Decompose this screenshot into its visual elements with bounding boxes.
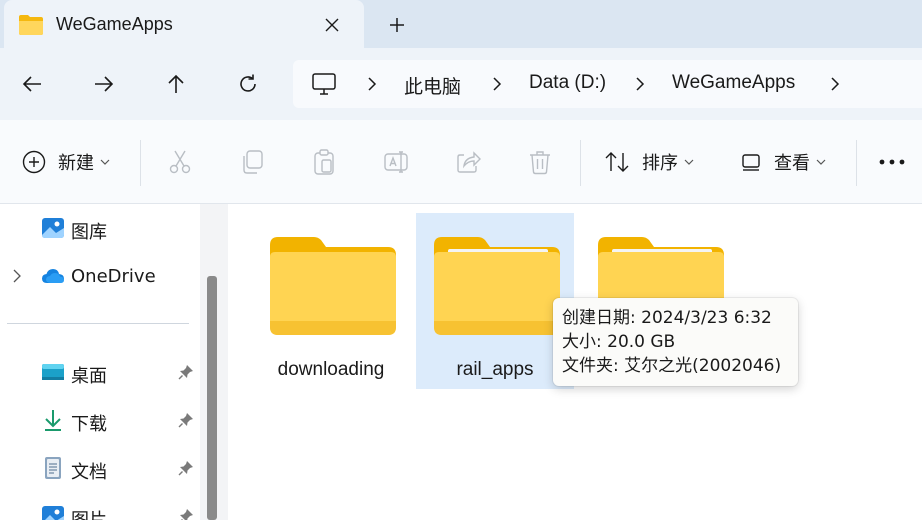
folder-icon — [434, 237, 560, 335]
new-label: 新建 — [58, 153, 94, 174]
sidebar-item-label: 图库 — [71, 222, 107, 243]
command-bar: 新建 排序 查看 — [0, 120, 922, 204]
plus-circle-icon — [22, 150, 46, 174]
share-icon — [457, 151, 481, 173]
sidebar-item-label: 图片 — [71, 506, 107, 520]
chevron-down-icon — [684, 159, 694, 165]
up-button[interactable] — [162, 70, 190, 98]
delete-button[interactable] — [526, 142, 554, 182]
clipboard-icon — [314, 149, 334, 175]
breadcrumb-wegameapps[interactable]: WeGameApps — [672, 72, 795, 94]
sidebar-item-label: 下载 — [71, 414, 107, 435]
close-tab-button[interactable] — [319, 12, 345, 38]
sidebar-item-documents[interactable]: 文档 — [0, 448, 200, 488]
chevron-down-icon — [100, 159, 110, 165]
new-tab-button[interactable] — [384, 12, 410, 38]
pictures-icon — [42, 506, 64, 520]
trash-icon — [530, 151, 550, 175]
tooltip-created-date: 创建日期: 2024/3/23 6:32 — [562, 308, 772, 328]
folder-item-downloading[interactable]: downloading — [252, 213, 410, 389]
sidebar-item-gallery[interactable]: 图库 — [0, 208, 200, 248]
file-info-tooltip: 创建日期: 2024/3/23 6:32 大小: 20.0 GB 文件夹: 艾尔… — [553, 298, 798, 386]
sidebar-item-label: 桌面 — [71, 366, 107, 387]
gallery-icon — [42, 218, 64, 238]
back-button[interactable] — [18, 70, 46, 98]
sidebar-item-onedrive[interactable]: OneDrive — [0, 256, 200, 296]
folder-icon — [270, 237, 396, 335]
sidebar-item-downloads[interactable]: 下载 — [0, 400, 200, 440]
pin-icon[interactable] — [178, 364, 194, 380]
pin-icon[interactable] — [178, 508, 194, 520]
folder-name: downloading — [277, 359, 385, 380]
toolbar-divider — [140, 140, 141, 186]
chevron-right-icon — [368, 77, 377, 91]
sort-button[interactable]: 排序 — [604, 142, 694, 182]
tooltip-folders: 文件夹: 艾尔之光(2002046) — [562, 356, 782, 376]
address-bar[interactable]: 此电脑 Data (D:) WeGameApps — [293, 60, 922, 108]
tab-bar: WeGameApps — [0, 0, 922, 48]
tab-title: WeGameApps — [56, 14, 173, 34]
rename-button[interactable] — [382, 142, 410, 182]
cloud-icon — [42, 269, 64, 283]
chevron-right-icon — [493, 77, 502, 91]
chevron-down-icon — [816, 159, 826, 165]
chevron-right-icon[interactable] — [10, 269, 24, 283]
close-icon — [325, 18, 339, 32]
arrow-up-icon — [168, 74, 184, 93]
sidebar-item-pictures[interactable]: 图片 — [0, 496, 200, 520]
more-icon — [879, 159, 905, 165]
more-options-button[interactable] — [878, 142, 906, 182]
folder-name: rail_apps — [456, 359, 534, 380]
sidebar-divider — [7, 323, 189, 324]
breadcrumb-data-drive[interactable]: Data (D:) — [529, 72, 606, 94]
folder-icon — [19, 15, 43, 35]
tooltip-size: 大小: 20.0 GB — [562, 332, 676, 352]
tab-wegameapps[interactable]: WeGameApps — [4, 0, 364, 48]
refresh-button[interactable] — [234, 70, 262, 98]
view-icon — [742, 154, 760, 171]
cut-button[interactable] — [166, 142, 194, 182]
arrow-left-icon — [22, 76, 41, 92]
toolbar-divider — [580, 140, 581, 186]
pin-icon[interactable] — [178, 412, 194, 428]
desktop-icon — [42, 364, 64, 380]
chevron-right-icon[interactable] — [828, 76, 842, 92]
sidebar-item-label: OneDrive — [71, 266, 156, 287]
document-icon — [45, 457, 61, 479]
copy-button[interactable] — [238, 142, 266, 182]
refresh-icon — [240, 74, 256, 92]
navigation-pane: 图库 OneDrive 桌面 下载 文档 — [0, 204, 228, 520]
paste-button[interactable] — [310, 142, 338, 182]
new-button[interactable]: 新建 — [22, 142, 110, 182]
sidebar-item-label: 文档 — [71, 462, 107, 483]
view-label: 查看 — [774, 153, 810, 174]
download-icon — [45, 410, 61, 431]
plus-icon — [390, 18, 404, 32]
breadcrumb-this-pc[interactable]: 此电脑 — [404, 72, 461, 99]
arrow-right-icon — [95, 76, 114, 92]
sort-label: 排序 — [642, 153, 678, 174]
forward-button[interactable] — [90, 70, 118, 98]
computer-icon — [312, 73, 336, 95]
folder-item-rail-apps[interactable]: rail_apps — [416, 213, 574, 389]
toolbar-divider — [856, 140, 857, 186]
sidebar-item-desktop[interactable]: 桌面 — [0, 352, 200, 392]
sort-icon — [605, 152, 629, 172]
chevron-right-icon — [636, 77, 645, 91]
rename-icon — [384, 151, 408, 173]
scissors-icon — [169, 150, 191, 174]
copy-icon — [243, 150, 263, 174]
share-button[interactable] — [454, 142, 482, 182]
sidebar-scrollbar-thumb[interactable] — [207, 276, 217, 520]
pin-icon[interactable] — [178, 460, 194, 476]
navigation-bar: 此电脑 Data (D:) WeGameApps — [0, 48, 922, 120]
view-button[interactable]: 查看 — [740, 142, 826, 182]
